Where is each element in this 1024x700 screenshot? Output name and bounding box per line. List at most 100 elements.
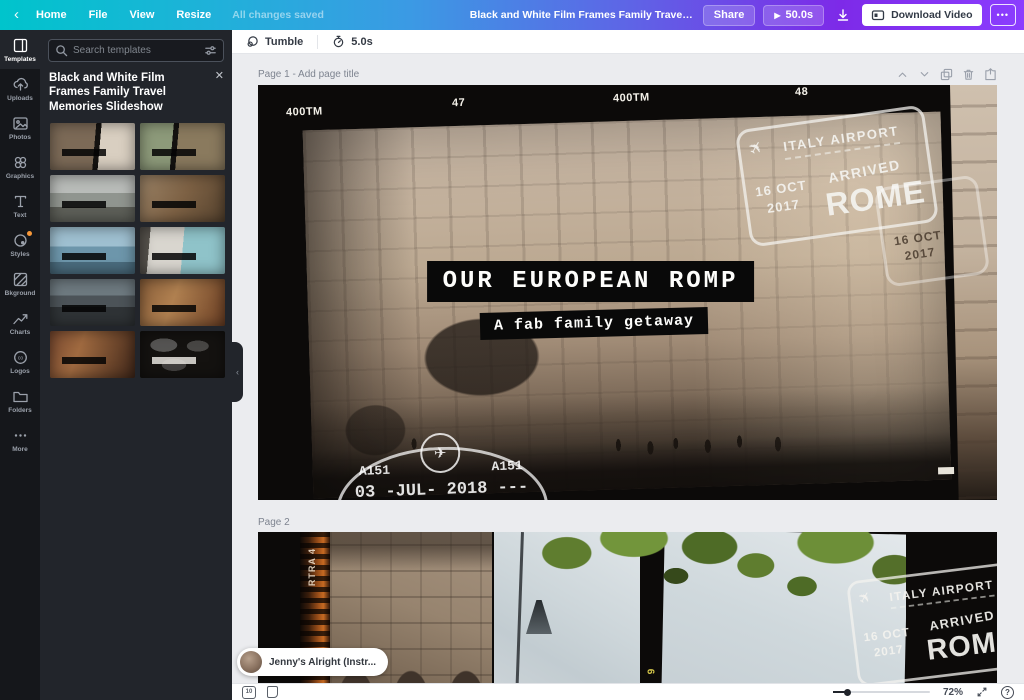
menu-view[interactable]: View <box>119 9 166 21</box>
zoom-slider[interactable] <box>833 691 930 693</box>
uploads-icon <box>12 76 29 93</box>
slide-title-text[interactable]: OUR EUROPEAN ROMP <box>427 261 755 302</box>
sidebar-item-charts[interactable]: Charts <box>0 303 40 342</box>
page1-slide[interactable]: 400TM 47 400TM 48 16 OCT 2017 ✈ ITALY AI… <box>258 85 997 500</box>
sidebar-label: Templates <box>4 56 36 63</box>
template-thumbnail[interactable] <box>50 123 135 170</box>
menu-file[interactable]: File <box>78 9 119 21</box>
stamp-date: 16 OCT2017 <box>754 176 810 218</box>
add-page-icon[interactable] <box>984 68 997 81</box>
template-thumbnail[interactable] <box>50 227 135 274</box>
template-thumbnail[interactable] <box>140 331 225 378</box>
sidebar-label: Graphics <box>6 173 34 180</box>
more-options-button[interactable]: ••• <box>990 4 1016 26</box>
film-frame-mark: 6 <box>644 669 655 675</box>
template-thumbnail[interactable] <box>140 123 225 170</box>
sidebar-item-more[interactable]: More <box>0 420 40 459</box>
template-thumbnail[interactable] <box>140 175 225 222</box>
help-icon[interactable]: ? <box>1001 686 1014 699</box>
sidebar-label: Uploads <box>7 95 33 102</box>
audio-track-pill[interactable]: Jenny's Alright (Instr... <box>237 648 388 676</box>
side-photo-strip[interactable] <box>950 85 997 500</box>
canvas-scroll-area[interactable]: Page 1 - Add page title 400TM 47 400TM 4… <box>232 54 1024 683</box>
passport-stamp-ghost: 16 OCT 2017 <box>874 174 991 288</box>
context-toolbar: Tumble 5.0s <box>232 30 1024 54</box>
svg-text:co: co <box>17 355 23 361</box>
sidebar-item-graphics[interactable]: Graphics <box>0 147 40 186</box>
share-button[interactable]: Share <box>703 5 756 26</box>
page1-actions <box>896 68 997 81</box>
template-thumbnail[interactable] <box>50 331 135 378</box>
status-bar: 10 72% ? <box>232 683 1024 700</box>
more-icon <box>12 427 29 444</box>
arch-stamp-code: A151 <box>491 458 523 474</box>
sidebar-item-styles[interactable]: Styles <box>0 225 40 264</box>
panel-header: Black and White Film Frames Family Trave… <box>49 71 224 114</box>
page-duration-button[interactable]: 5.0s <box>328 35 376 48</box>
toolbar-divider <box>317 35 318 49</box>
move-page-down-icon[interactable] <box>918 68 931 81</box>
charts-icon <box>12 310 29 327</box>
templates-panel: Black and White Film Frames Family Trave… <box>40 30 232 700</box>
search-input[interactable] <box>73 45 199 56</box>
stamp-date: 16 OCT2017 <box>863 624 913 661</box>
notes-icon[interactable] <box>267 686 278 698</box>
move-page-up-icon[interactable] <box>896 68 909 81</box>
sidebar-label: Charts <box>10 329 31 336</box>
preview-play-button[interactable]: ▶ 50.0s <box>763 5 824 26</box>
graphics-icon <box>12 154 29 171</box>
page2-title-field[interactable]: Page 2 <box>258 517 290 528</box>
template-thumbnail[interactable] <box>140 279 225 326</box>
template-grid <box>40 114 232 378</box>
search-box <box>48 39 224 62</box>
zoom-level[interactable]: 72% <box>943 687 963 698</box>
filter-icon[interactable] <box>204 44 217 57</box>
download-video-button[interactable]: Download Video <box>862 4 981 26</box>
styles-icon <box>12 232 29 249</box>
template-thumbnail[interactable] <box>50 279 135 326</box>
zoom-slider-thumb[interactable] <box>844 689 851 696</box>
templates-icon <box>12 37 29 54</box>
sidebar-label: More <box>12 446 28 453</box>
duplicate-page-icon[interactable] <box>940 68 953 81</box>
sidebar-label: Photos <box>9 134 31 141</box>
template-thumbnail[interactable] <box>50 175 135 222</box>
sidebar-label: Text <box>14 212 27 219</box>
zoom-controls: 72% ? <box>833 686 1014 699</box>
delete-page-icon[interactable] <box>962 68 975 81</box>
download-button[interactable] <box>832 5 854 26</box>
sidebar-item-uploads[interactable]: Uploads <box>0 69 40 108</box>
menu-home[interactable]: Home <box>25 9 78 21</box>
sidebar-item-logos[interactable]: co Logos <box>0 342 40 381</box>
video-icon <box>871 8 885 22</box>
editor-main: Tumble 5.0s Page 1 - Add page title <box>232 30 1024 700</box>
back-icon[interactable]: ‹ <box>14 7 19 22</box>
sidebar-item-text[interactable]: Text <box>0 186 40 225</box>
sidebar-label: Bkground <box>5 290 36 297</box>
sidebar-item-templates[interactable]: Templates <box>0 30 40 69</box>
object-panel-nav: Templates Uploads Photos Graphics Text S… <box>0 30 40 700</box>
page2-header: Page 2 <box>258 515 997 529</box>
template-thumbnail[interactable] <box>140 227 225 274</box>
top-bar: ‹ Home File View Resize All changes save… <box>0 0 1024 30</box>
sidebar-item-folders[interactable]: Folders <box>0 381 40 420</box>
photos-icon <box>12 115 29 132</box>
close-icon[interactable]: ✕ <box>215 71 224 114</box>
stopwatch-icon <box>332 35 345 48</box>
top-actions: Black and White Film Frames Family Trave… <box>470 4 1016 26</box>
film-edge-mark: RTRA 4 <box>307 548 317 586</box>
text-icon <box>12 193 29 210</box>
fullscreen-icon[interactable] <box>976 686 988 698</box>
sidebar-label: Folders <box>8 407 31 414</box>
transition-button[interactable]: Tumble <box>242 35 307 48</box>
menu-resize[interactable]: Resize <box>165 9 222 21</box>
collapse-panel-handle[interactable]: ‹ <box>232 342 243 402</box>
grid-view-icon[interactable]: 10 <box>242 686 256 699</box>
arrival-arch-stamp[interactable]: ✈ A151 A151 03 -JUL- 2018 --- <box>334 431 549 500</box>
italy-passport-stamp[interactable]: ✈ ITALY AIRPORT 16 OCT2017 ARRIVED ROME <box>846 561 997 683</box>
sidebar-item-background[interactable]: Bkground <box>0 264 40 303</box>
page1-title-field[interactable]: Page 1 - Add page title <box>258 69 359 80</box>
document-title[interactable]: Black and White Film Frames Family Trave… <box>470 9 695 21</box>
search-icon <box>55 44 68 57</box>
sidebar-item-photos[interactable]: Photos <box>0 108 40 147</box>
